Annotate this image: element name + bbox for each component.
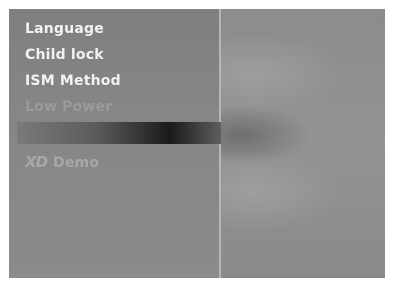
menu-item-language[interactable]: Language (25, 21, 104, 37)
setup-menu: Language Child lock ISM Method Low Power… (9, 9, 221, 278)
tv-screen: Language Child lock ISM Method Low Power… (9, 9, 385, 278)
selected-item-highlight[interactable] (17, 122, 221, 144)
menu-item-ism-method[interactable]: ISM Method (25, 73, 121, 89)
xd-logo: XD (25, 153, 48, 171)
menu-item-xd-demo[interactable]: XD Demo (25, 153, 99, 171)
menu-item-low-power[interactable]: Low Power (25, 99, 112, 115)
picture-preview (221, 9, 385, 278)
menu-item-child-lock[interactable]: Child lock (25, 47, 104, 63)
menu-item-demo-label: Demo (53, 155, 100, 171)
